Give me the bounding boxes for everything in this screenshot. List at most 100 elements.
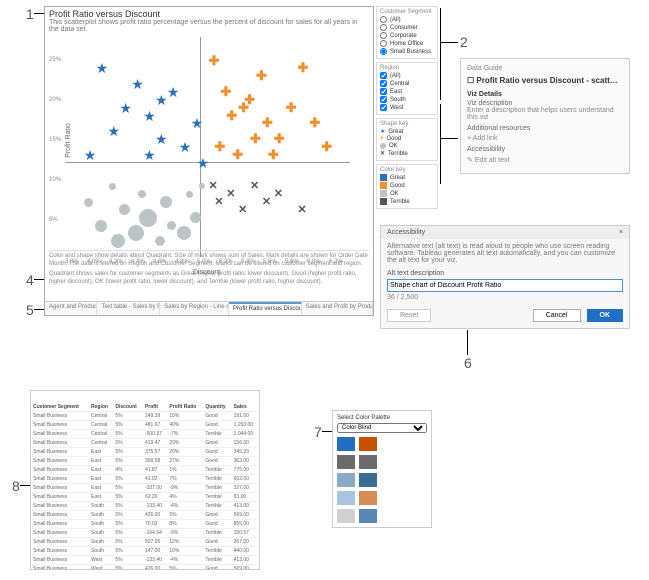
palette-select[interactable]: Color Blind — [337, 423, 427, 433]
data-point[interactable]: ★ — [108, 126, 121, 136]
table-row[interactable]: Small BusinessCentral5%481.6740%Good1,29… — [31, 421, 259, 430]
data-point[interactable]: ✕ — [226, 189, 235, 199]
data-point[interactable]: ✚ — [298, 63, 309, 73]
table-row[interactable]: Small BusinessCentral5%-500.37-7%Terribl… — [31, 430, 259, 439]
data-point[interactable]: ✚ — [256, 71, 267, 81]
table-row[interactable]: Small BusinessSouth5%-133.40-4%Terrible4… — [31, 502, 259, 511]
table-row[interactable]: Small BusinessCentral5%249.3915%Good191.… — [31, 412, 259, 421]
cancel-button[interactable]: Cancel — [533, 309, 581, 322]
filter-option[interactable]: Consumer — [380, 24, 434, 31]
palette-swatch[interactable] — [359, 473, 377, 487]
data-point[interactable]: ✕ — [298, 205, 307, 215]
reset-button[interactable]: Reset — [387, 309, 431, 322]
table-row[interactable]: Small BusinessEast5%-337.00-9%Terrible32… — [31, 484, 259, 493]
data-point[interactable] — [167, 221, 176, 230]
data-point[interactable]: ✕ — [214, 197, 223, 207]
table-row[interactable]: Small BusinessEast5%375.5720%Good345.33 — [31, 448, 259, 457]
table-row[interactable]: Small BusinessSouth5%147.0010%Terrible44… — [31, 547, 259, 556]
data-point[interactable] — [177, 226, 191, 240]
radio[interactable] — [380, 24, 387, 31]
close-icon[interactable]: × — [619, 229, 623, 236]
data-point[interactable] — [128, 225, 144, 241]
data-point[interactable]: ✕ — [250, 181, 259, 191]
data-point[interactable]: ✚ — [274, 134, 285, 144]
palette-swatch[interactable] — [337, 473, 355, 487]
data-point[interactable]: ✚ — [262, 118, 273, 128]
tab[interactable]: Agent and Product s… — [45, 302, 97, 315]
palette-swatch[interactable] — [337, 509, 355, 523]
data-point[interactable]: ✚ — [232, 150, 243, 160]
data-point[interactable] — [186, 191, 193, 198]
radio[interactable] — [380, 40, 387, 47]
data-point[interactable]: ✕ — [262, 197, 271, 207]
checkbox[interactable] — [380, 88, 387, 95]
scatter-chart[interactable]: Profit Ratio Discount 25%20%15%10%5% 3.8… — [65, 37, 350, 262]
data-point[interactable]: ✕ — [238, 205, 247, 215]
data-point[interactable]: ✚ — [226, 111, 237, 121]
data-point[interactable]: ✕ — [208, 181, 217, 191]
data-point[interactable]: ★ — [119, 103, 132, 113]
data-point[interactable]: ✚ — [321, 142, 332, 152]
table-row[interactable]: Small BusinessSouth5%-164.64-9%Terrible1… — [31, 529, 259, 538]
data-point[interactable]: ✚ — [220, 87, 231, 97]
table-row[interactable]: Small BusinessEast4%41.871%Terrible775.0… — [31, 466, 259, 475]
data-point[interactable] — [109, 183, 116, 190]
palette-swatch[interactable] — [359, 437, 377, 451]
tab[interactable]: Text table - Sales by Region — [97, 302, 160, 315]
palette-swatch[interactable] — [337, 455, 355, 469]
data-point[interactable]: ★ — [84, 150, 97, 160]
filter-option[interactable]: Central — [380, 80, 434, 87]
filter-option[interactable]: Corporate — [380, 32, 434, 39]
data-point[interactable]: ★ — [191, 118, 204, 128]
radio[interactable] — [380, 32, 387, 39]
filter-option[interactable]: (All) — [380, 72, 434, 79]
data-point[interactable]: ★ — [155, 134, 168, 144]
data-point[interactable]: ✚ — [286, 103, 297, 113]
checkbox[interactable] — [380, 96, 387, 103]
table-row[interactable]: Small BusinessWest5%-133.40-4%Terrible41… — [31, 556, 259, 565]
data-point[interactable] — [95, 220, 107, 232]
data-point[interactable] — [199, 183, 205, 189]
viz-description-placeholder[interactable]: Enter a description that helps users und… — [467, 107, 623, 121]
table-row[interactable]: Small BusinessSouth5%426.005%Good569.00 — [31, 511, 259, 520]
data-point[interactable]: ✚ — [268, 150, 279, 160]
data-point[interactable]: ★ — [179, 142, 192, 152]
radio[interactable] — [380, 16, 387, 23]
filter-option[interactable]: East — [380, 88, 434, 95]
table-row[interactable]: Small BusinessWest5%426.005%Good569.00 — [31, 565, 259, 571]
data-point[interactable]: ★ — [197, 158, 210, 168]
data-point[interactable]: ✕ — [274, 189, 283, 199]
data-point[interactable]: ✚ — [244, 95, 255, 105]
add-link-button[interactable]: + Add link — [467, 135, 623, 142]
checkbox[interactable] — [380, 80, 387, 87]
table-row[interactable]: Small BusinessSouth5%70.038%Good855.00 — [31, 520, 259, 529]
palette-swatch[interactable] — [337, 491, 355, 505]
data-point[interactable] — [160, 196, 172, 208]
data-point[interactable]: ★ — [96, 63, 109, 73]
data-point[interactable]: ✚ — [250, 134, 261, 144]
filter-option[interactable]: South — [380, 96, 434, 103]
ok-button[interactable]: OK — [587, 309, 624, 322]
tab[interactable]: Sales and Profit by Product ca… — [302, 302, 373, 315]
data-point[interactable]: ★ — [143, 111, 156, 121]
data-point[interactable] — [138, 190, 146, 198]
table-row[interactable]: Small BusinessEast5%41.027%Terrible602.0… — [31, 475, 259, 484]
data-point[interactable]: ✚ — [309, 118, 320, 128]
filter-option[interactable]: West — [380, 104, 434, 111]
alt-text-input[interactable] — [387, 279, 623, 292]
checkbox[interactable] — [380, 72, 387, 79]
edit-alt-text-button[interactable]: ✎ Edit alt text — [467, 156, 623, 164]
filter-option[interactable]: (All) — [380, 16, 434, 23]
radio[interactable] — [380, 48, 387, 55]
palette-swatch[interactable] — [359, 509, 377, 523]
table-row[interactable]: Small BusinessSouth5%507.9512%Good267.00 — [31, 538, 259, 547]
checkbox[interactable] — [380, 104, 387, 111]
palette-swatch[interactable] — [359, 491, 377, 505]
palette-swatch[interactable] — [337, 437, 355, 451]
data-point[interactable] — [119, 204, 130, 215]
data-point[interactable]: ★ — [155, 95, 168, 105]
table-row[interactable]: Small BusinessEast5%62.204%Terrible83.00 — [31, 493, 259, 502]
data-point[interactable]: ★ — [167, 87, 180, 97]
filter-option[interactable]: Small Business — [380, 48, 434, 55]
filter-option[interactable]: Home Office — [380, 40, 434, 47]
